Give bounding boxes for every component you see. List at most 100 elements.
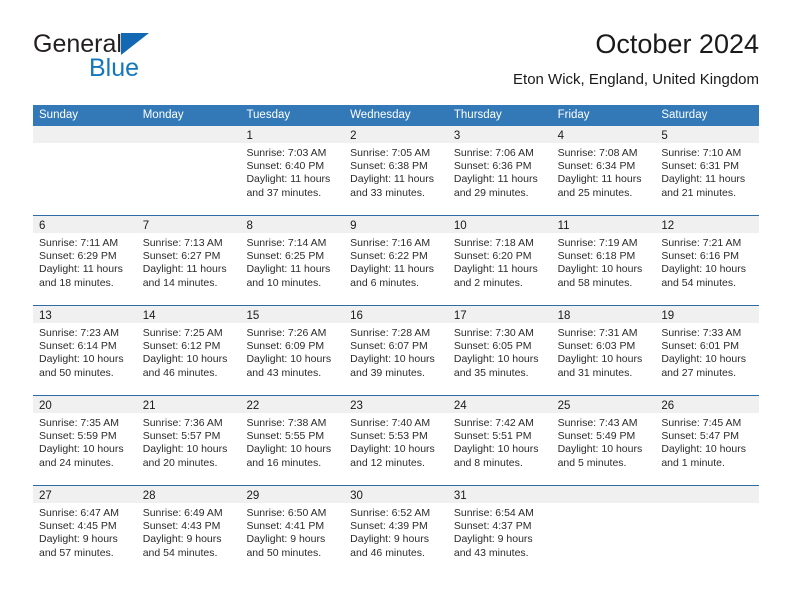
daylight-text-line2: and 21 minutes. <box>661 186 737 199</box>
calendar-day-cell-empty <box>136 126 241 215</box>
calendar-day-cell[interactable]: 31 Sunrise: 6:54 AM Sunset: 4:37 PM Dayligh… <box>447 486 552 575</box>
daylight-text-line2: and 43 minutes. <box>453 546 529 559</box>
calendar-day-cell[interactable]: 25 Sunrise: 7:43 AM Sunset: 5:49 PM Dayligh… <box>551 396 656 485</box>
calendar-day-cell[interactable]: 11 Sunrise: 7:19 AM Sunset: 6:18 PM Dayligh… <box>551 216 656 305</box>
calendar-day-cell[interactable]: 26 Sunrise: 7:45 AM Sunset: 5:47 PM Dayligh… <box>655 396 760 485</box>
day-sun-info: Sunrise: 7:30 AM Sunset: 6:05 PM Daylight:… <box>448 323 552 380</box>
day-number: 11 <box>557 220 570 232</box>
day-sun-info: Sunrise: 7:18 AM Sunset: 6:20 PM Daylight:… <box>448 233 552 290</box>
calendar-day-cell[interactable]: 9 Sunrise: 7:16 AM Sunset: 6:22 PM Daylight… <box>344 216 448 305</box>
daylight-text-line2: and 54 minutes. <box>142 546 218 559</box>
sunrise-text: Sunrise: 7:10 AM <box>661 147 742 159</box>
calendar-day-cell[interactable]: 27 Sunrise: 6:47 AM Sunset: 4:45 PM Dayligh… <box>33 486 137 575</box>
day-number-strip: 11 <box>551 216 656 233</box>
daylight-text-line1: Daylight: 11 hours <box>39 263 123 276</box>
day-number-strip: 6 <box>33 216 137 233</box>
calendar-week-row: 13 Sunrise: 7:23 AM Sunset: 6:14 PM Dayligh… <box>33 305 760 395</box>
daylight-text-line1: Daylight: 11 hours <box>557 173 642 186</box>
sunrise-text: Sunrise: 7:06 AM <box>453 147 534 159</box>
calendar-day-cell[interactable]: 19 Sunrise: 7:33 AM Sunset: 6:01 PM Dayligh… <box>655 306 760 395</box>
day-number-strip: 26 <box>655 396 760 413</box>
day-number-strip <box>136 126 241 143</box>
day-sun-info: Sunrise: 7:35 AM Sunset: 5:59 PM Daylight:… <box>33 413 137 470</box>
day-number: 25 <box>557 400 571 412</box>
sunrise-text: Sunrise: 7:28 AM <box>350 327 431 339</box>
day-number: 29 <box>246 490 260 502</box>
daylight-text-line1: Daylight: 9 hours <box>453 533 533 546</box>
calendar-day-cell[interactable]: 4 Sunrise: 7:08 AM Sunset: 6:34 PM Daylight… <box>551 126 656 215</box>
calendar-weeks: 1 Sunrise: 7:03 AM Sunset: 6:40 PM Daylight… <box>33 126 760 575</box>
calendar-day-cell[interactable]: 28 Sunrise: 6:49 AM Sunset: 4:43 PM Dayligh… <box>136 486 241 575</box>
calendar-day-cell[interactable]: 7 Sunrise: 7:13 AM Sunset: 6:27 PM Daylight… <box>136 216 241 305</box>
sunrise-text: Sunrise: 7:40 AM <box>350 417 431 429</box>
daylight-text-line2: and 2 minutes. <box>453 276 523 289</box>
daylight-text-line1: Daylight: 10 hours <box>142 353 228 366</box>
daylight-text-line2: and 33 minutes. <box>350 186 425 199</box>
calendar-day-cell[interactable]: 1 Sunrise: 7:03 AM Sunset: 6:40 PM Daylight… <box>240 126 345 215</box>
calendar-day-cell[interactable]: 13 Sunrise: 7:23 AM Sunset: 6:14 PM Dayligh… <box>33 306 137 395</box>
sunrise-text: Sunrise: 6:49 AM <box>142 507 223 519</box>
sunset-text: Sunset: 5:57 PM <box>142 430 221 443</box>
calendar-day-cell[interactable]: 29 Sunrise: 6:50 AM Sunset: 4:41 PM Dayligh… <box>240 486 345 575</box>
calendar-day-cell[interactable]: 2 Sunrise: 7:05 AM Sunset: 6:38 PM Daylight… <box>344 126 448 215</box>
day-sun-info: Sunrise: 6:52 AM Sunset: 4:39 PM Daylight:… <box>344 503 448 560</box>
day-sun-info: Sunrise: 7:26 AM Sunset: 6:09 PM Daylight:… <box>240 323 344 380</box>
calendar-day-cell[interactable]: 20 Sunrise: 7:35 AM Sunset: 5:59 PM Dayligh… <box>33 396 137 485</box>
generalblue-logo[interactable]: General Blue <box>33 28 273 90</box>
calendar-day-cell[interactable]: 15 Sunrise: 7:26 AM Sunset: 6:09 PM Dayligh… <box>240 306 345 395</box>
daylight-text-line1: Daylight: 11 hours <box>661 173 746 186</box>
day-number: 21 <box>142 400 156 412</box>
sunset-text: Sunset: 5:49 PM <box>557 430 636 443</box>
calendar-day-cell[interactable]: 22 Sunrise: 7:38 AM Sunset: 5:55 PM Dayligh… <box>240 396 345 485</box>
sunrise-text: Sunrise: 7:36 AM <box>142 417 223 429</box>
day-number: 17 <box>453 310 467 322</box>
day-number-strip: 28 <box>136 486 241 503</box>
calendar-day-cell[interactable]: 3 Sunrise: 7:06 AM Sunset: 6:36 PM Daylight… <box>447 126 552 215</box>
calendar-day-cell[interactable]: 14 Sunrise: 7:25 AM Sunset: 6:12 PM Dayligh… <box>136 306 241 395</box>
weekday-header-row: Sunday Monday Tuesday Wednesday Thursday… <box>33 105 759 126</box>
day-number-strip: 9 <box>344 216 448 233</box>
sunrise-text: Sunrise: 7:43 AM <box>557 417 638 429</box>
sunset-text: Sunset: 6:34 PM <box>557 160 636 173</box>
calendar-day-cell[interactable]: 24 Sunrise: 7:42 AM Sunset: 5:51 PM Dayligh… <box>447 396 552 485</box>
sunrise-text: Sunrise: 7:03 AM <box>246 147 327 159</box>
calendar-day-cell[interactable]: 12 Sunrise: 7:21 AM Sunset: 6:16 PM Dayligh… <box>655 216 760 305</box>
calendar-week-row: 1 Sunrise: 7:03 AM Sunset: 6:40 PM Daylight… <box>33 126 760 215</box>
title-block: October 2024 Eton Wick, England, United … <box>513 28 759 90</box>
daylight-text-line1: Daylight: 11 hours <box>246 263 331 276</box>
sunrise-text: Sunrise: 7:21 AM <box>661 237 742 249</box>
day-number-strip: 27 <box>33 486 137 503</box>
calendar-day-cell[interactable]: 21 Sunrise: 7:36 AM Sunset: 5:57 PM Dayligh… <box>136 396 241 485</box>
calendar-day-cell[interactable]: 6 Sunrise: 7:11 AM Sunset: 6:29 PM Daylight… <box>33 216 137 305</box>
day-number: 13 <box>39 310 52 322</box>
calendar-day-cell[interactable]: 8 Sunrise: 7:14 AM Sunset: 6:25 PM Daylight… <box>240 216 345 305</box>
calendar-day-cell[interactable]: 16 Sunrise: 7:28 AM Sunset: 6:07 PM Dayligh… <box>344 306 448 395</box>
daylight-text-line2: and 5 minutes. <box>557 456 627 469</box>
sunset-text: Sunset: 4:39 PM <box>350 520 428 533</box>
sunset-text: Sunset: 6:14 PM <box>39 340 117 353</box>
daylight-text-line1: Daylight: 11 hours <box>142 263 227 276</box>
calendar-day-cell[interactable]: 30 Sunrise: 6:52 AM Sunset: 4:39 PM Dayligh… <box>344 486 448 575</box>
day-sun-info: Sunrise: 7:21 AM Sunset: 6:16 PM Daylight:… <box>655 233 759 290</box>
page-header: General Blue October 2024 Eton Wick, Eng… <box>33 28 759 98</box>
sunset-text: Sunset: 5:47 PM <box>661 430 739 443</box>
day-number-strip: 10 <box>447 216 552 233</box>
day-sun-info: Sunrise: 7:16 AM Sunset: 6:22 PM Daylight:… <box>344 233 448 290</box>
sunrise-text: Sunrise: 7:33 AM <box>661 327 742 339</box>
day-sun-info: Sunrise: 7:13 AM Sunset: 6:27 PM Daylight:… <box>137 233 241 290</box>
daylight-text-line1: Daylight: 9 hours <box>142 533 222 546</box>
calendar-day-cell[interactable]: 10 Sunrise: 7:18 AM Sunset: 6:20 PM Dayligh… <box>447 216 552 305</box>
calendar-day-cell[interactable]: 23 Sunrise: 7:40 AM Sunset: 5:53 PM Dayligh… <box>344 396 448 485</box>
calendar-day-cell[interactable]: 5 Sunrise: 7:10 AM Sunset: 6:31 PM Daylight… <box>655 126 760 215</box>
sunset-text: Sunset: 6:40 PM <box>246 160 325 173</box>
sunrise-text: Sunrise: 6:54 AM <box>453 507 534 519</box>
calendar-day-cell[interactable]: 18 Sunrise: 7:31 AM Sunset: 6:03 PM Dayligh… <box>551 306 656 395</box>
daylight-text-line2: and 27 minutes. <box>661 366 737 379</box>
logo-triangle-icon <box>121 33 149 55</box>
daylight-text-line1: Daylight: 9 hours <box>350 533 429 546</box>
daylight-text-line1: Daylight: 10 hours <box>661 263 746 276</box>
day-number-strip: 1 <box>240 126 345 143</box>
daylight-text-line1: Daylight: 10 hours <box>39 353 124 366</box>
sunset-text: Sunset: 6:09 PM <box>246 340 325 353</box>
calendar-day-cell[interactable]: 17 Sunrise: 7:30 AM Sunset: 6:05 PM Dayligh… <box>447 306 552 395</box>
